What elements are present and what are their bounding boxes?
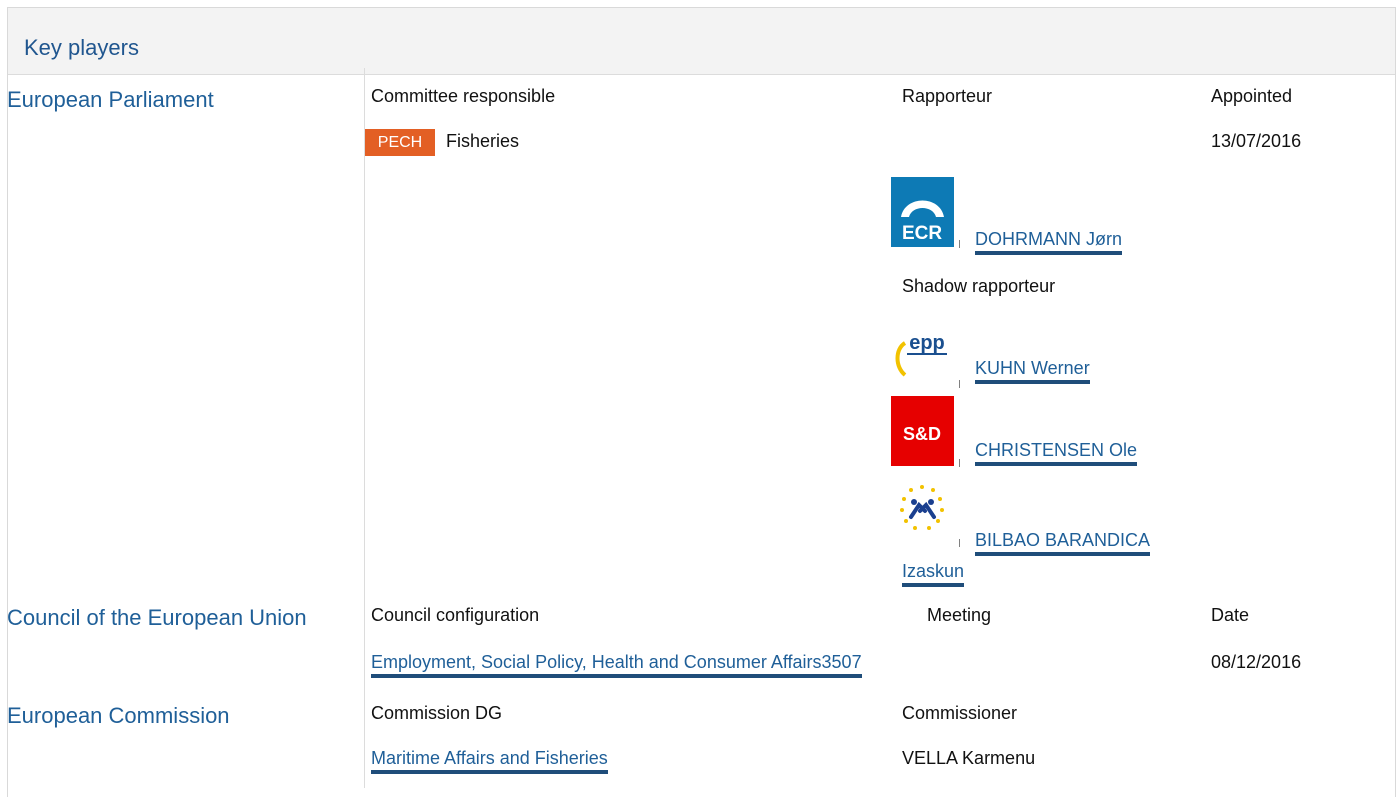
council-title: Council of the European Union: [7, 605, 307, 630]
shadow-row: BILBAO BARANDICA: [975, 530, 1151, 556]
sd-logo-text: S&D: [903, 424, 941, 444]
renew-stars-icon: [891, 475, 954, 545]
committee-badge: PECH: [365, 129, 435, 156]
link-marker: [959, 459, 960, 467]
ecr-group-logo: ECR: [891, 177, 954, 247]
shadow-row-continued: Izaskun: [902, 561, 965, 587]
commission-title: European Commission: [7, 703, 230, 728]
dg-row: Maritime Affairs and Fisheries: [371, 748, 608, 774]
council-configuration-link[interactable]: Employment, Social Policy, Health and Co…: [371, 652, 862, 678]
rapporteur-header: Rapporteur: [902, 86, 993, 106]
link-marker: [959, 380, 960, 388]
shadow-row: KUHN Werner: [975, 358, 1090, 384]
shadow-rapporteur-label: Shadow rapporteur: [902, 276, 1056, 296]
configuration-header: Council configuration: [371, 605, 540, 625]
shadow-rapporteur-link[interactable]: BILBAO BARANDICA: [975, 530, 1151, 556]
shadow-row: CHRISTENSEN Ole: [975, 440, 1138, 466]
committee-header: Committee responsible: [371, 86, 556, 106]
sd-group-logo: S&D: [891, 396, 954, 466]
key-players-panel: Key players: [7, 7, 1396, 797]
column-separator: [364, 68, 365, 788]
rapporteur-link[interactable]: DOHRMANN Jørn: [975, 229, 1122, 255]
panel-header: Key players: [8, 8, 1395, 75]
configuration-row: Employment, Social Policy, Health and Co…: [371, 652, 862, 678]
ecr-logo-text: ECR: [902, 223, 942, 244]
epp-group-logo: epp: [891, 317, 954, 387]
meeting-header: Meeting: [927, 605, 992, 625]
commission-dg-link[interactable]: Maritime Affairs and Fisheries: [371, 748, 608, 774]
date-header: Date: [1211, 605, 1250, 625]
shadow-rapporteur-link[interactable]: CHRISTENSEN Ole: [975, 440, 1138, 466]
committee-name: Fisheries: [446, 131, 520, 151]
panel-title: Key players: [24, 35, 139, 60]
shadow-rapporteur-link[interactable]: KUHN Werner: [975, 358, 1090, 384]
council-date: 08/12/2016: [1211, 652, 1302, 672]
link-marker: [959, 240, 960, 248]
appointed-header: Appointed: [1211, 86, 1293, 106]
commissioner-header: Commissioner: [902, 703, 1018, 723]
rapporteur-row: DOHRMANN Jørn: [975, 229, 1122, 255]
epp-logo-text: epp: [909, 332, 945, 354]
commissioner-name: VELLA Karmenu: [902, 748, 1036, 768]
link-marker: [959, 539, 960, 547]
shadow-rapporteur-link-continued[interactable]: Izaskun: [902, 561, 965, 587]
appointed-date: 13/07/2016: [1211, 131, 1302, 151]
commission-dg-header: Commission DG: [371, 703, 503, 723]
parliament-title: European Parliament: [7, 87, 214, 112]
